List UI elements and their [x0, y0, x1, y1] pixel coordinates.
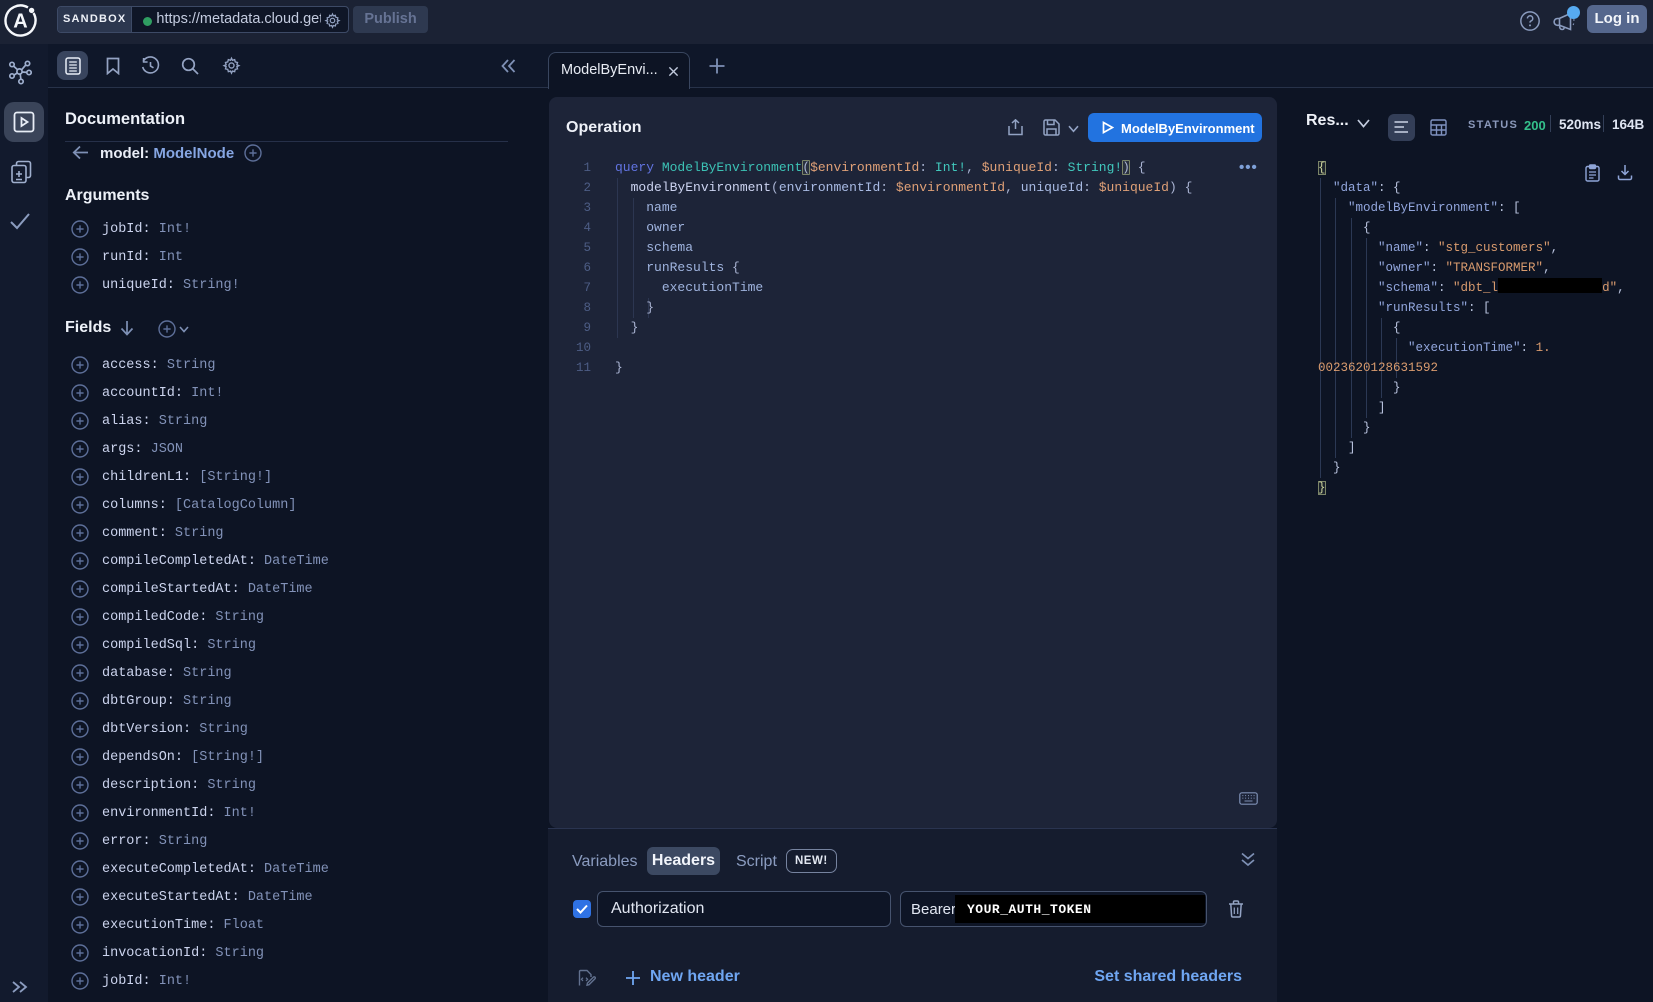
svg-text:A: A — [13, 10, 27, 32]
